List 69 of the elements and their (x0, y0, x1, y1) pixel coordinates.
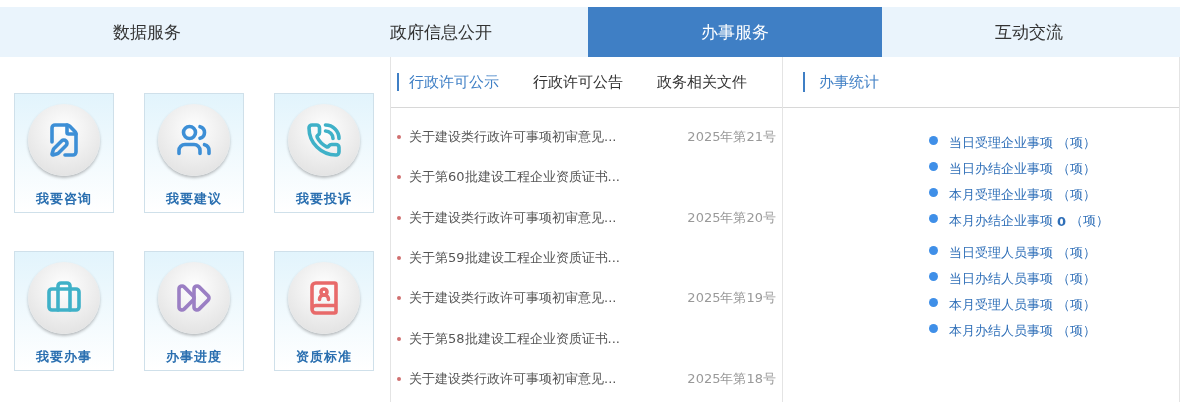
notice-number: 2025年第18号 (687, 369, 776, 388)
service-card[interactable]: 资质标准 (274, 251, 374, 371)
notice-link[interactable]: 关于建设类行政许可事项初审意见... (409, 369, 688, 388)
notice-link[interactable]: 关于第59批建设工程企业资质证书... (409, 249, 776, 268)
stat-label: 本月办结企业事项 (949, 212, 1053, 230)
document-pen-icon (28, 104, 100, 176)
service-card[interactable]: 办事进度 (144, 251, 244, 371)
stat-label: 当日办结企业事项 (949, 160, 1053, 178)
bullet-icon (929, 245, 938, 255)
notice-link[interactable]: 关于建设类行政许可事项初审意见... (409, 289, 688, 308)
fast-forward-icon (158, 262, 230, 334)
briefcase-icon (28, 262, 100, 334)
notice-link[interactable]: 关于建设类行政许可事项初审意见... (409, 208, 688, 227)
notice-number: 2025年第21号 (687, 128, 776, 147)
stat-label: 当日受理企业事项 (949, 134, 1053, 152)
stat-unit: （项） (1057, 134, 1096, 152)
notice-tab[interactable]: 政务相关文件 (645, 73, 747, 91)
notice-tab[interactable]: 行政许可公示 (397, 73, 499, 91)
bullet-icon (929, 213, 938, 223)
stat-label: 当日受理人员事项 (949, 244, 1053, 262)
stat-unit: （项） (1070, 212, 1110, 230)
notice-tab[interactable]: 行政许可公告 (521, 73, 623, 91)
stat-unit: （项） (1057, 186, 1096, 204)
bullet-icon (397, 376, 401, 381)
bullet-icon (929, 135, 938, 145)
service-card[interactable]: 我要咨询 (14, 93, 114, 213)
stat-unit: （项） (1057, 160, 1096, 178)
stat-unit: （项） (1057, 244, 1096, 262)
notice-number: 2025年第19号 (687, 289, 776, 308)
people-icon (158, 104, 230, 176)
bullet-icon (397, 336, 401, 341)
service-label: 资质标准 (296, 348, 352, 366)
phone-icon (288, 104, 360, 176)
bullet-icon (929, 297, 938, 307)
stat-unit: （项） (1057, 270, 1096, 288)
service-card[interactable]: 我要办事 (14, 251, 114, 371)
main-tab[interactable]: 办事服务 (588, 7, 882, 57)
service-label: 办事进度 (166, 348, 222, 366)
main-tab[interactable]: 政府信息公开 (294, 7, 588, 57)
notice-link[interactable]: 关于建设类行政许可事项初审意见... (409, 128, 688, 147)
stat-label: 本月办结人员事项 (949, 322, 1053, 340)
stat-label: 当日办结人员事项 (949, 270, 1053, 288)
contact-book-icon (288, 262, 360, 334)
stat-unit: （项） (1057, 296, 1096, 314)
service-card[interactable]: 我要投诉 (274, 93, 374, 213)
main-tab[interactable]: 互动交流 (882, 7, 1176, 57)
service-label: 我要建议 (166, 190, 222, 208)
stats-title: 办事统计 (803, 72, 879, 92)
bullet-icon (397, 135, 401, 140)
main-tab[interactable]: 数据服务 (0, 7, 294, 57)
notice-number: 2025年第20号 (687, 208, 776, 227)
service-label: 我要投诉 (296, 190, 352, 208)
service-label: 我要办事 (36, 348, 92, 366)
bullet-icon (397, 215, 401, 220)
bullet-icon (397, 296, 401, 301)
bullet-icon (929, 161, 938, 171)
stat-label: 本月受理人员事项 (949, 296, 1053, 314)
bullet-icon (929, 323, 938, 333)
notice-link[interactable]: 关于第60批建设工程企业资质证书... (409, 168, 776, 187)
stat-unit: （项） (1057, 322, 1096, 340)
bullet-icon (397, 256, 401, 261)
notice-link[interactable]: 关于第58批建设工程企业资质证书... (409, 329, 776, 348)
bullet-icon (929, 271, 938, 281)
stat-value: 0 (1057, 213, 1067, 229)
bullet-icon (929, 187, 938, 197)
service-card[interactable]: 我要建议 (144, 93, 244, 213)
bullet-icon (397, 175, 401, 180)
stat-label: 本月受理企业事项 (949, 186, 1053, 204)
service-label: 我要咨询 (36, 190, 92, 208)
